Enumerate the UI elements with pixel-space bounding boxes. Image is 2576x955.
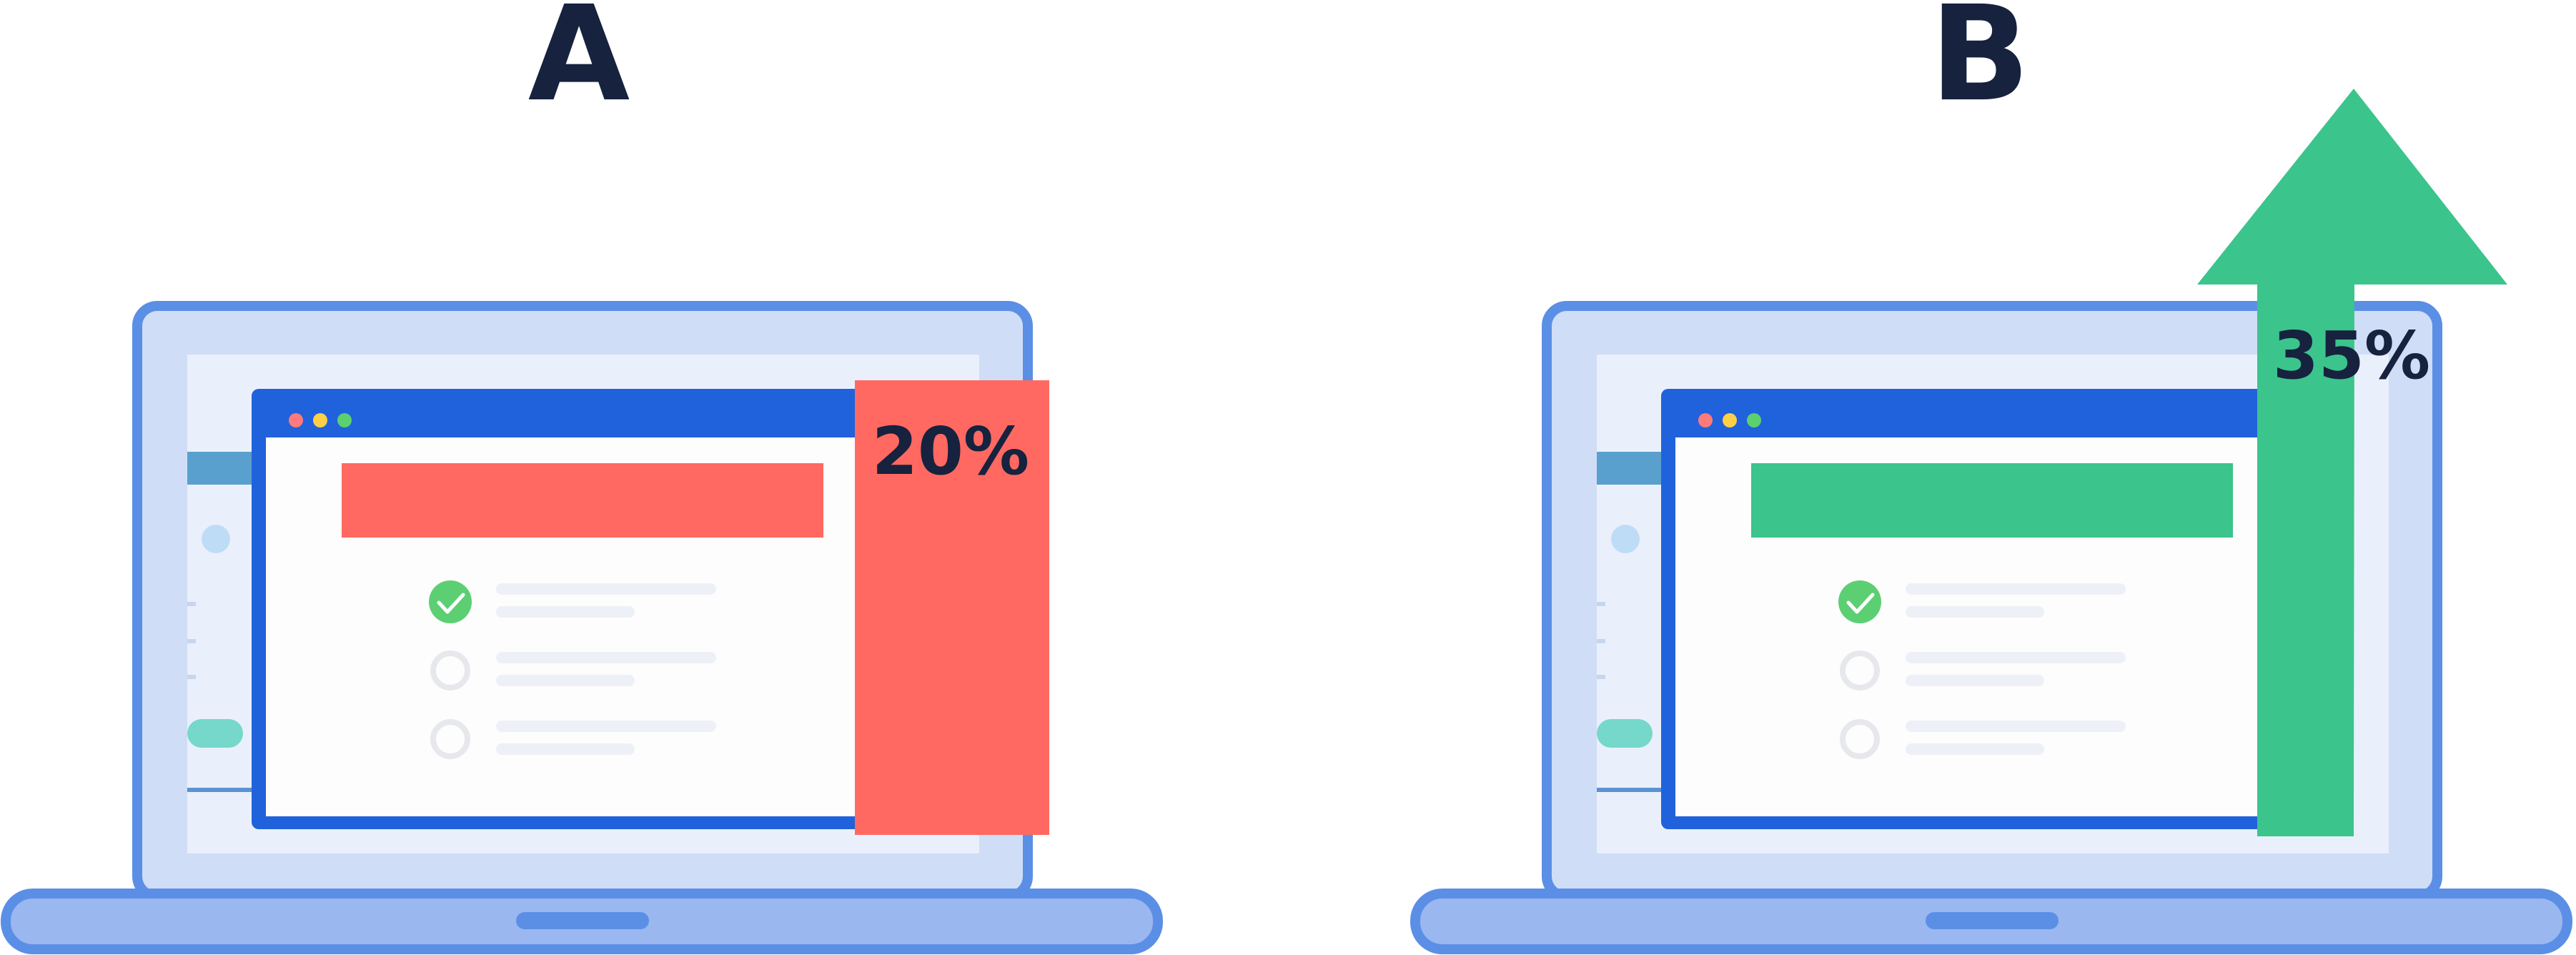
laptop-a-bg-rule	[187, 788, 259, 792]
laptop-a-bg-line-2	[187, 639, 196, 643]
laptop-a-row-line	[496, 743, 635, 755]
laptop-b-bg-dot	[1611, 525, 1640, 553]
laptop-b-row-line	[1906, 606, 2044, 618]
laptop-a-headline-bar	[342, 463, 823, 538]
laptop-b-headline-bar	[1751, 463, 2233, 538]
laptop-b-bg-line-2	[1597, 639, 1605, 643]
laptop-b-row-line	[1906, 583, 2126, 595]
laptop-b-bg-rule	[1597, 788, 1668, 792]
laptop-a-row-line	[496, 606, 635, 618]
laptop-b-trackpad	[1926, 912, 2059, 929]
laptop-b-row-line	[1906, 743, 2044, 755]
laptop-b-row-line	[1906, 721, 2126, 732]
laptop-b-bg-line-3	[1597, 675, 1605, 679]
laptop-a-bg-line-3	[187, 675, 196, 679]
laptop-a-bg-dot	[202, 525, 230, 553]
laptop-b-bg-line-1	[1597, 602, 1605, 606]
laptop-a-illustration	[1, 89, 2572, 954]
check-icon	[1838, 580, 1881, 623]
laptop-a-row-line	[496, 652, 716, 663]
laptop-a-trackpad	[516, 912, 649, 929]
window-dot-icon	[1698, 413, 1713, 427]
laptop-a-row-line	[496, 583, 716, 595]
laptop-a	[1, 301, 1163, 954]
laptop-a-row-line	[496, 721, 716, 732]
check-icon	[429, 580, 472, 623]
variant-b-percent: 35%	[2272, 317, 2431, 394]
window-dot-icon	[1747, 413, 1761, 427]
variant-a-percent: 20%	[871, 413, 1030, 490]
laptop-b-row-line	[1906, 675, 2044, 686]
window-dot-icon	[289, 413, 303, 427]
window-dot-icon	[313, 413, 327, 427]
laptop-a-bg-line-1	[187, 602, 196, 606]
laptop-a-bg-pill	[187, 719, 243, 748]
window-dot-icon	[337, 413, 352, 427]
laptop-b-row-line	[1906, 652, 2126, 663]
window-dot-icon	[1723, 413, 1737, 427]
laptop-b	[1410, 89, 2572, 954]
laptop-b-bg-pill	[1597, 719, 1653, 748]
laptop-a-row-line	[496, 675, 635, 686]
